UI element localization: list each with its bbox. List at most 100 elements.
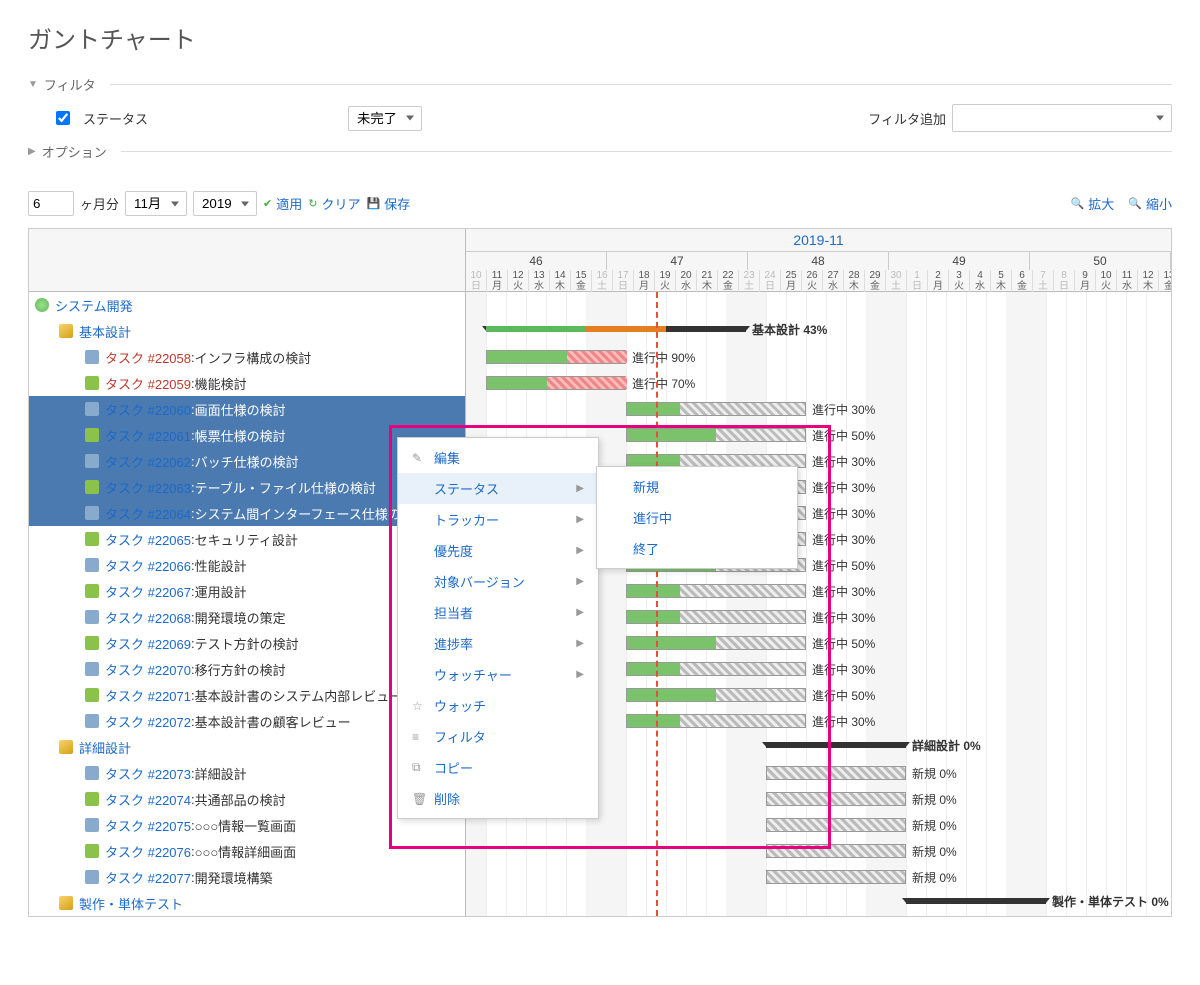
bar-status-label: 進行中 50% — [812, 635, 875, 652]
task-link[interactable]: タスク #22067 — [105, 582, 191, 601]
task-bar[interactable] — [486, 376, 626, 390]
year-select[interactable]: 2019 — [193, 191, 257, 216]
task-link[interactable]: タスク #22075 — [105, 816, 191, 835]
add-filter-select[interactable] — [952, 104, 1172, 132]
gantt-chart: システム開発基本設計タスク #22058: インフラ構成の検討タスク #2205… — [28, 228, 1172, 917]
months-input[interactable] — [28, 191, 74, 216]
avatar-icon — [85, 350, 99, 364]
task-row[interactable]: タスク #22059: 機能検討 — [29, 370, 465, 396]
task-title: インフラ構成の検討 — [195, 348, 312, 367]
context-menu-item[interactable]: トラッカー▶ — [398, 504, 598, 535]
bar-status-label: 進行中 50% — [812, 427, 875, 444]
day-header: 26火 — [802, 270, 823, 292]
task-bar[interactable] — [766, 792, 906, 806]
zoom-out-button[interactable]: 🔍縮小 — [1128, 194, 1172, 213]
task-link[interactable]: タスク #22077 — [105, 868, 191, 887]
chevron-right-icon: ▶ — [576, 545, 584, 556]
summary-bar[interactable] — [766, 742, 906, 748]
day-header: 10火 — [1096, 270, 1117, 292]
context-menu-item[interactable]: 🗑削除 — [398, 783, 598, 814]
apply-button[interactable]: ✔適用 — [263, 194, 302, 213]
task-link[interactable]: タスク #22058 — [105, 348, 191, 367]
task-title: 機能検討 — [195, 374, 247, 393]
day-header: 20水 — [676, 270, 697, 292]
group-link[interactable]: 基本設計 — [79, 322, 131, 341]
context-submenu-item[interactable]: 進行中 — [597, 502, 797, 533]
group-row[interactable]: システム開発 — [29, 292, 465, 318]
task-row[interactable]: タスク #22076: ○○○情報詳細画面 — [29, 838, 465, 864]
context-menu-item[interactable]: 優先度▶ — [398, 535, 598, 566]
task-row[interactable]: タスク #22077: 開発環境構築 — [29, 864, 465, 890]
task-bar[interactable] — [766, 870, 906, 884]
status-filter-checkbox[interactable] — [56, 111, 70, 125]
context-menu-item[interactable]: ✎編集 — [398, 442, 598, 473]
task-bar[interactable] — [486, 350, 626, 364]
options-label: オプション — [42, 142, 107, 161]
summary-bar[interactable] — [906, 898, 1046, 904]
day-header: 28木 — [844, 270, 865, 292]
context-menu-item[interactable]: ☆ウォッチ — [398, 690, 598, 721]
task-link[interactable]: タスク #22072 — [105, 712, 191, 731]
status-filter-select[interactable]: 未完了 — [348, 106, 422, 131]
group-row[interactable]: 基本設計 — [29, 318, 465, 344]
options-fieldset-toggle[interactable]: ▶ オプション — [28, 142, 1172, 161]
task-bar[interactable] — [626, 610, 806, 624]
context-menu-item[interactable]: ⧉コピー — [398, 752, 598, 783]
context-menu-item[interactable]: ウォッチャー▶ — [398, 659, 598, 690]
task-link[interactable]: タスク #22060 — [105, 400, 191, 419]
task-title: テスト方針の検討 — [195, 634, 299, 653]
context-menu-item[interactable]: 進捗率▶ — [398, 628, 598, 659]
avatar-icon — [85, 532, 99, 546]
task-row[interactable]: タスク #22058: インフラ構成の検討 — [29, 344, 465, 370]
day-header: 27水 — [823, 270, 844, 292]
task-link[interactable]: タスク #22069 — [105, 634, 191, 653]
task-link[interactable]: タスク #22066 — [105, 556, 191, 575]
group-link[interactable]: 製作・単体テスト — [79, 894, 183, 913]
group-link[interactable]: 詳細設計 — [79, 738, 131, 757]
task-link[interactable]: タスク #22071 — [105, 686, 191, 705]
context-menu-item[interactable]: ステータス▶ — [398, 473, 598, 504]
task-link[interactable]: タスク #22074 — [105, 790, 191, 809]
task-bar[interactable] — [766, 844, 906, 858]
task-bar[interactable] — [626, 662, 806, 676]
context-menu-item[interactable]: 担当者▶ — [398, 597, 598, 628]
menu-item-icon: ✎ — [412, 451, 426, 465]
chevron-right-icon: ▶ — [28, 146, 36, 157]
context-submenu-item[interactable]: 新規 — [597, 471, 797, 502]
filters-label: フィルタ — [44, 75, 96, 94]
task-bar[interactable] — [626, 402, 806, 416]
task-bar[interactable] — [626, 584, 806, 598]
task-title: 共通部品の検討 — [195, 790, 286, 809]
task-link[interactable]: タスク #22059 — [105, 374, 191, 393]
group-row[interactable]: 製作・単体テスト — [29, 890, 465, 916]
task-link[interactable]: タスク #22076 — [105, 842, 191, 861]
group-link[interactable]: システム開発 — [55, 296, 133, 315]
task-link[interactable]: タスク #22061 — [105, 426, 191, 445]
task-title: ○○○情報一覧画面 — [195, 816, 297, 835]
task-link[interactable]: タスク #22070 — [105, 660, 191, 679]
clear-button[interactable]: ↻クリア — [308, 194, 360, 213]
task-link[interactable]: タスク #22062 — [105, 452, 191, 471]
task-link[interactable]: タスク #22064 — [105, 504, 191, 523]
chevron-right-icon: ▶ — [576, 669, 584, 680]
task-link[interactable]: タスク #22065 — [105, 530, 191, 549]
task-bar[interactable] — [626, 714, 806, 728]
month-select[interactable]: 11月 — [125, 191, 187, 216]
task-link[interactable]: タスク #22073 — [105, 764, 191, 783]
task-row[interactable]: タスク #22060: 画面仕様の検討 — [29, 396, 465, 422]
zoom-in-button[interactable]: 🔍拡大 — [1071, 194, 1115, 213]
bar-status-label: 新規 0% — [912, 843, 957, 860]
context-menu-item[interactable]: ≡フィルタ — [398, 721, 598, 752]
task-link[interactable]: タスク #22068 — [105, 608, 191, 627]
task-bar[interactable] — [626, 636, 806, 650]
task-bar[interactable] — [626, 428, 806, 442]
context-menu-item[interactable]: 対象バージョン▶ — [398, 566, 598, 597]
context-submenu-item[interactable]: 終了 — [597, 533, 797, 564]
task-bar[interactable] — [766, 766, 906, 780]
save-button[interactable]: 💾保存 — [366, 194, 410, 213]
task-link[interactable]: タスク #22063 — [105, 478, 191, 497]
summary-bar[interactable] — [486, 326, 746, 332]
filters-fieldset-toggle[interactable]: ▼ フィルタ — [28, 75, 1172, 94]
task-bar[interactable] — [626, 688, 806, 702]
task-bar[interactable] — [766, 818, 906, 832]
